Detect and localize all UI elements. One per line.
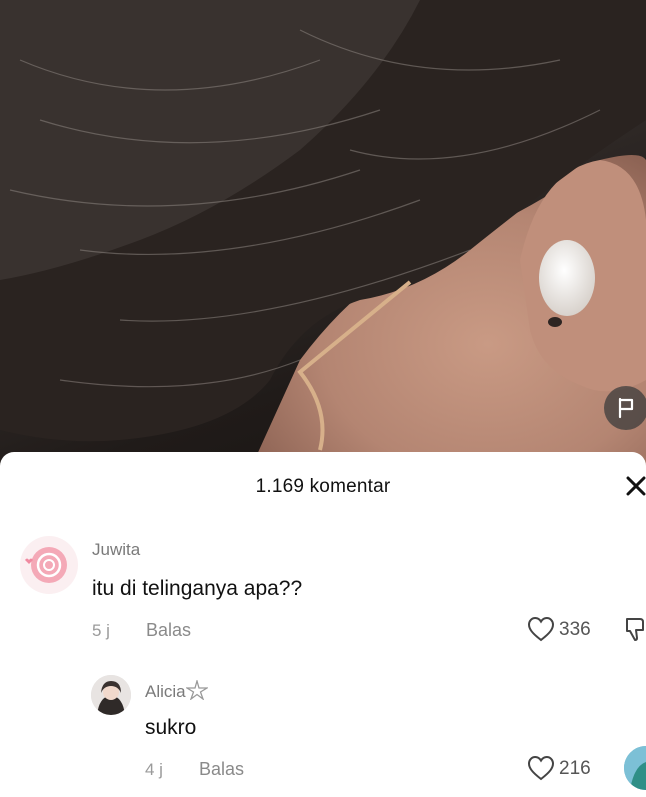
avatar-image: [91, 675, 131, 715]
video-frame[interactable]: [0, 0, 646, 470]
comment-time: 5 j: [92, 621, 110, 640]
comment-text: itu di telinganya apa??: [92, 577, 303, 600]
comments-sheet: 1.169 komentar Juwita itu di telinganya …: [0, 452, 646, 797]
comment-time: 4 j: [145, 760, 163, 779]
video-image: [0, 0, 646, 470]
comment-text: sukro: [145, 716, 197, 739]
heart-icon: [527, 616, 555, 642]
flag-icon: [618, 397, 634, 419]
comment-username-text: Alicia: [145, 682, 186, 701]
reply-button[interactable]: Balas: [146, 620, 191, 641]
comment-username[interactable]: Alicia: [145, 678, 209, 702]
dislike-icon: [626, 618, 644, 641]
comments-header: 1.169 komentar: [0, 452, 646, 520]
report-button[interactable]: [604, 386, 646, 430]
dislike-button[interactable]: [624, 616, 646, 647]
comment-count: 1.169 komentar: [255, 476, 391, 497]
star-icon: [184, 678, 209, 701]
reply-button[interactable]: Balas: [199, 759, 244, 780]
close-button[interactable]: [624, 474, 646, 498]
like-button[interactable]: [527, 755, 555, 786]
heart-icon: [527, 755, 555, 781]
like-count: 336: [559, 619, 591, 640]
my-avatar[interactable]: [624, 746, 646, 790]
like-button[interactable]: [527, 616, 555, 647]
avatar[interactable]: [91, 675, 131, 715]
like-count: 216: [559, 758, 591, 779]
avatar-image: [25, 547, 67, 583]
comment-username[interactable]: Juwita: [92, 540, 140, 560]
close-icon: [626, 476, 646, 496]
avatar-image: [624, 746, 646, 790]
avatar[interactable]: [20, 536, 78, 594]
